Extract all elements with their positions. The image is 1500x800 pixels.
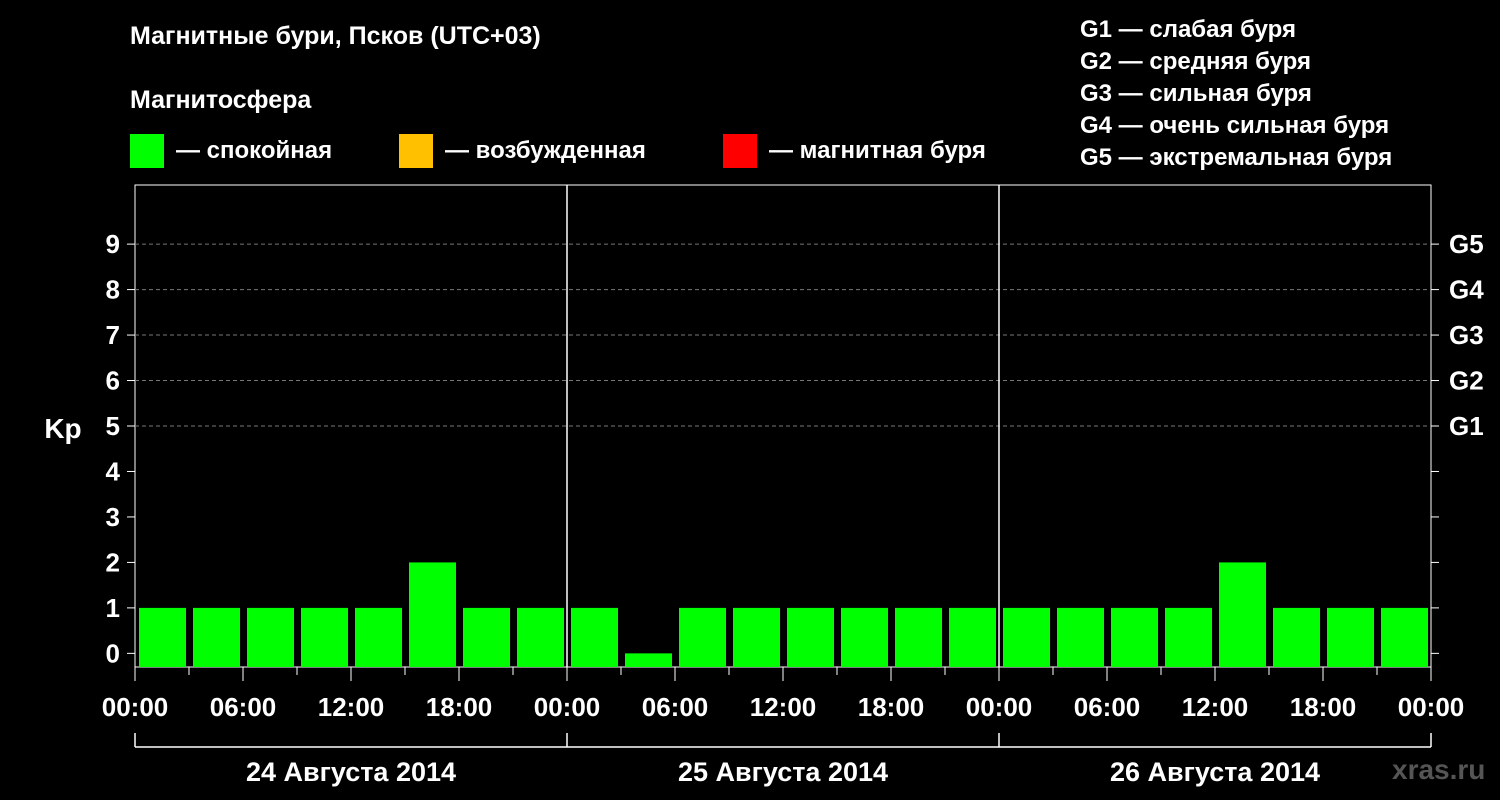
kp-bar xyxy=(625,653,672,667)
right-tick-label-g4: G4 xyxy=(1449,275,1484,305)
x-tick-label: 18:00 xyxy=(858,692,925,722)
kp-bar xyxy=(1111,607,1158,667)
kp-bar xyxy=(1165,607,1212,667)
x-tick-label: 12:00 xyxy=(1182,692,1249,722)
kp-bar xyxy=(1057,607,1104,667)
y-tick-label: 7 xyxy=(106,320,120,350)
y-tick-label: 2 xyxy=(106,547,120,577)
watermark: xras.ru xyxy=(1392,754,1486,785)
kp-bar xyxy=(355,607,402,667)
x-tick-label: 18:00 xyxy=(426,692,493,722)
x-tick-label: 18:00 xyxy=(1290,692,1357,722)
kp-bar xyxy=(193,607,240,667)
x-tick-label: 00:00 xyxy=(102,692,169,722)
kp-bar xyxy=(1381,607,1428,667)
y-tick-label: 1 xyxy=(106,593,120,623)
y-axis-label: Kp xyxy=(44,413,81,444)
kp-bar xyxy=(733,607,780,667)
day-label: 26 Августа 2014 xyxy=(1110,757,1320,787)
y-tick-label: 3 xyxy=(106,502,120,532)
kp-bar xyxy=(841,607,888,667)
kp-bar xyxy=(517,607,564,667)
y-tick-label: 0 xyxy=(106,638,120,668)
x-tick-label: 00:00 xyxy=(966,692,1033,722)
right-tick-label-g2: G2 xyxy=(1449,366,1484,396)
right-tick-label-g1: G1 xyxy=(1449,411,1484,441)
right-tick-label-g3: G3 xyxy=(1449,320,1484,350)
right-tick-label-g5: G5 xyxy=(1449,229,1484,259)
x-tick-label: 06:00 xyxy=(210,692,277,722)
kp-bar xyxy=(949,607,996,667)
kp-bar xyxy=(1273,607,1320,667)
day-label: 25 Августа 2014 xyxy=(678,757,888,787)
x-tick-label: 00:00 xyxy=(534,692,601,722)
day-label: 24 Августа 2014 xyxy=(246,757,456,787)
y-tick-label: 5 xyxy=(106,411,120,441)
y-tick-label: 6 xyxy=(106,366,120,396)
kp-bar xyxy=(1003,607,1050,667)
y-tick-label: 8 xyxy=(106,275,120,305)
kp-bar xyxy=(247,607,294,667)
kp-bar xyxy=(1219,562,1266,667)
kp-bar xyxy=(895,607,942,667)
x-tick-label: 12:00 xyxy=(318,692,385,722)
x-tick-label: 12:00 xyxy=(750,692,817,722)
kp-bar xyxy=(571,607,618,667)
kp-bar xyxy=(301,607,348,667)
kp-bar xyxy=(409,562,456,667)
kp-bar xyxy=(139,607,186,667)
x-tick-label: 06:00 xyxy=(642,692,709,722)
kp-bar xyxy=(1327,607,1374,667)
kp-bar xyxy=(787,607,834,667)
kp-bar xyxy=(679,607,726,667)
kp-bar xyxy=(463,607,510,667)
y-tick-label: 9 xyxy=(106,229,120,259)
y-tick-label: 4 xyxy=(106,456,121,486)
kp-bar-chart: 0 1 2 3 4 5 6 7 8 9 G1 G2 G3 G4 G5 Kp 00:00 06:00 12:00 18:… xyxy=(44,184,1484,787)
x-tick-label: 06:00 xyxy=(1074,692,1141,722)
x-tick-label: 00:00 xyxy=(1398,692,1465,722)
